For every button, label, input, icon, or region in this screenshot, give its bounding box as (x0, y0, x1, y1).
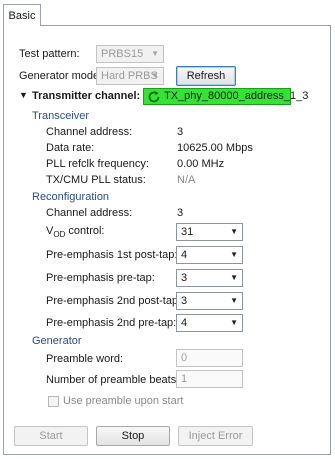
pll-status-label: TX/CMU PLL status: (46, 174, 146, 186)
vod-control-value: 31 (181, 226, 194, 238)
data-rate-value: 10625.00 Mbps (177, 142, 253, 154)
collapse-triangle-icon[interactable]: ▼ (19, 90, 28, 100)
test-pattern-select: PRBS15 ▼ (96, 45, 164, 63)
pll-refclk-label: PLL refclk frequency: (46, 158, 149, 170)
pre-emph-2nd-post-value: 3 (181, 295, 188, 307)
reconfig-channel-address-value: 3 (177, 207, 184, 219)
generator-mode-select: Hard PRBS ▼ (96, 67, 164, 85)
channel-address-label: Channel address: (46, 126, 133, 138)
chevron-down-icon: ▼ (230, 296, 238, 305)
generator-section-title: Generator (32, 335, 82, 347)
pre-emph-2nd-pre-label: Pre-emphasis 2nd pre-tap: (46, 317, 177, 329)
chevron-down-icon: ▼ (151, 71, 159, 80)
start-button: Start (14, 426, 88, 446)
preamble-beats-field: 1 (176, 370, 243, 388)
pre-emph-1st-post-value: 4 (181, 249, 188, 261)
pre-emph-pre-label: Pre-emphasis pre-tap: (46, 272, 155, 284)
use-preamble-checkbox (48, 396, 59, 407)
tab-basic[interactable]: Basic (3, 4, 41, 26)
vod-control-select[interactable]: 31 ▼ (176, 223, 243, 241)
pll-refclk-value: 0.00 MHz (177, 158, 225, 170)
transmitter-channel-value: TX_phy_80000_address_1_3 (164, 90, 309, 102)
chevron-down-icon: ▼ (230, 227, 238, 236)
channel-address-value: 3 (177, 126, 184, 138)
inject-error-button: Inject Error (178, 426, 253, 446)
pre-emph-pre-select[interactable]: 3 ▼ (176, 269, 243, 287)
reconfig-channel-address-label: Channel address: (46, 207, 133, 219)
pre-emph-1st-post-select[interactable]: 4 ▼ (176, 246, 243, 264)
test-pattern-label: Test pattern: (19, 48, 80, 60)
preamble-beats-label: Number of preamble beats: (46, 374, 180, 386)
pre-emph-2nd-post-label: Pre-emphasis 2nd post-tap: (46, 295, 182, 307)
chevron-down-icon: ▼ (230, 250, 238, 259)
data-rate-label: Data rate: (46, 142, 95, 154)
generator-mode-value: Hard PRBS (101, 70, 158, 82)
preamble-word-value: 0 (181, 352, 188, 364)
transceiver-section-title: Transceiver (32, 110, 90, 122)
generator-mode-label: Generator mode: (19, 70, 103, 82)
pre-emph-2nd-post-select[interactable]: 3 ▼ (176, 292, 243, 310)
pre-emph-2nd-pre-value: 4 (181, 317, 188, 329)
pre-emph-1st-post-label: Pre-emphasis 1st post-tap: (46, 249, 178, 261)
test-pattern-value: PRBS15 (101, 48, 144, 60)
chevron-down-icon: ▼ (151, 49, 159, 58)
pre-emph-pre-value: 3 (181, 272, 188, 284)
vod-control-label: VOD control: (46, 225, 105, 240)
refresh-cycle-icon (148, 91, 160, 103)
stop-button[interactable]: Stop (96, 426, 170, 446)
chevron-down-icon: ▼ (230, 273, 238, 282)
chevron-down-icon: ▼ (230, 318, 238, 327)
transmitter-channel-indicator[interactable]: TX_phy_80000_address_1_3 (143, 88, 308, 105)
reconfiguration-section-title: Reconfiguration (32, 191, 110, 203)
preamble-word-label: Preamble word: (46, 353, 124, 365)
pre-emph-2nd-pre-select[interactable]: 4 ▼ (176, 314, 243, 332)
use-preamble-label: Use preamble upon start (63, 395, 184, 407)
preamble-word-field: 0 (176, 349, 243, 367)
pll-status-value: N/A (177, 174, 196, 186)
preamble-beats-value: 1 (181, 373, 188, 385)
transmitter-channel-label: Transmitter channel: (32, 90, 141, 102)
refresh-button[interactable]: Refresh (176, 66, 236, 86)
